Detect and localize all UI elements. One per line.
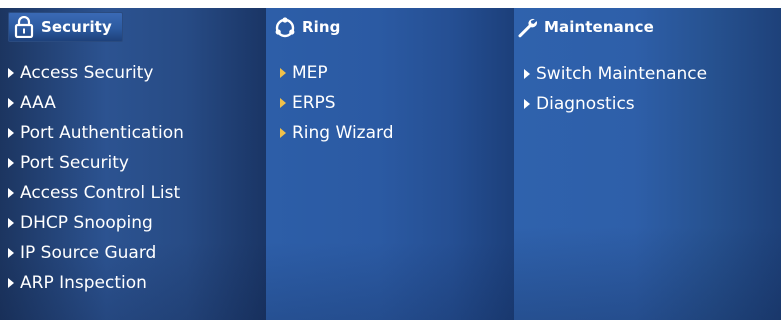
- security-column: Security Access Security AAA Port Authen…: [0, 8, 266, 320]
- menu-item-aaa[interactable]: AAA: [8, 88, 184, 118]
- arrow-right-icon: [8, 98, 14, 108]
- arrow-right-icon: [280, 68, 286, 78]
- arrow-right-icon: [8, 218, 14, 228]
- column-shade: [514, 8, 781, 320]
- ring-menu: MEP ERPS Ring Wizard: [280, 58, 394, 148]
- menu-item-label: Ring Wizard: [292, 123, 394, 143]
- menu-item-label: Access Security: [20, 63, 154, 83]
- wrench-icon: [516, 16, 538, 38]
- lock-icon: [13, 16, 35, 38]
- menu-item-access-security[interactable]: Access Security: [8, 58, 184, 88]
- arrow-right-icon: [524, 99, 530, 109]
- arrow-right-icon: [8, 158, 14, 168]
- menu-item-label: MEP: [292, 63, 328, 83]
- arrow-right-icon: [8, 128, 14, 138]
- arrow-right-icon: [8, 68, 14, 78]
- menu-item-ring-wizard[interactable]: Ring Wizard: [280, 118, 394, 148]
- arrow-right-icon: [8, 248, 14, 258]
- maintenance-menu: Switch Maintenance Diagnostics: [524, 59, 707, 119]
- menu-panel: Security Access Security AAA Port Authen…: [0, 0, 781, 320]
- maintenance-title: Maintenance: [544, 18, 654, 36]
- column-shade: [266, 8, 514, 320]
- menu-item-label: AAA: [20, 93, 56, 113]
- menu-item-port-authentication[interactable]: Port Authentication: [8, 118, 184, 148]
- menu-item-switch-maintenance[interactable]: Switch Maintenance: [524, 59, 707, 89]
- arrow-right-icon: [8, 188, 14, 198]
- menu-item-access-control-list[interactable]: Access Control List: [8, 178, 184, 208]
- arrow-right-icon: [280, 98, 286, 108]
- menu-item-label: DHCP Snooping: [20, 213, 153, 233]
- arrow-right-icon: [280, 128, 286, 138]
- maintenance-header[interactable]: Maintenance: [516, 12, 660, 42]
- menu-item-label: Switch Maintenance: [536, 64, 708, 84]
- menu-item-label: Access Control List: [20, 183, 181, 203]
- menu-item-dhcp-snooping[interactable]: DHCP Snooping: [8, 208, 184, 238]
- ring-title: Ring: [302, 18, 341, 36]
- menu-item-ip-source-guard[interactable]: IP Source Guard: [8, 238, 184, 268]
- menu-item-label: ERPS: [292, 93, 336, 113]
- menu-item-label: IP Source Guard: [20, 243, 157, 263]
- ring-icon: [274, 16, 296, 38]
- maintenance-column: Maintenance Switch Maintenance Diagnosti…: [514, 8, 781, 320]
- menu-item-port-security[interactable]: Port Security: [8, 148, 184, 178]
- menu-item-label: Port Authentication: [20, 123, 184, 143]
- security-header[interactable]: Security: [8, 12, 123, 42]
- security-title: Security: [41, 18, 112, 36]
- menu-item-label: ARP Inspection: [20, 273, 147, 293]
- ring-header[interactable]: Ring: [272, 12, 349, 42]
- security-menu: Access Security AAA Port Authentication …: [8, 58, 184, 298]
- arrow-right-icon: [524, 69, 530, 79]
- ring-column: Ring MEP ERPS Ring Wizard: [266, 8, 514, 320]
- menu-item-erps[interactable]: ERPS: [280, 88, 394, 118]
- arrow-right-icon: [8, 278, 14, 288]
- menu-item-label: Diagnostics: [536, 94, 635, 114]
- menu-item-mep[interactable]: MEP: [280, 58, 394, 88]
- menu-item-diagnostics[interactable]: Diagnostics: [524, 89, 707, 119]
- menu-item-arp-inspection[interactable]: ARP Inspection: [8, 268, 184, 298]
- menu-item-label: Port Security: [20, 153, 129, 173]
